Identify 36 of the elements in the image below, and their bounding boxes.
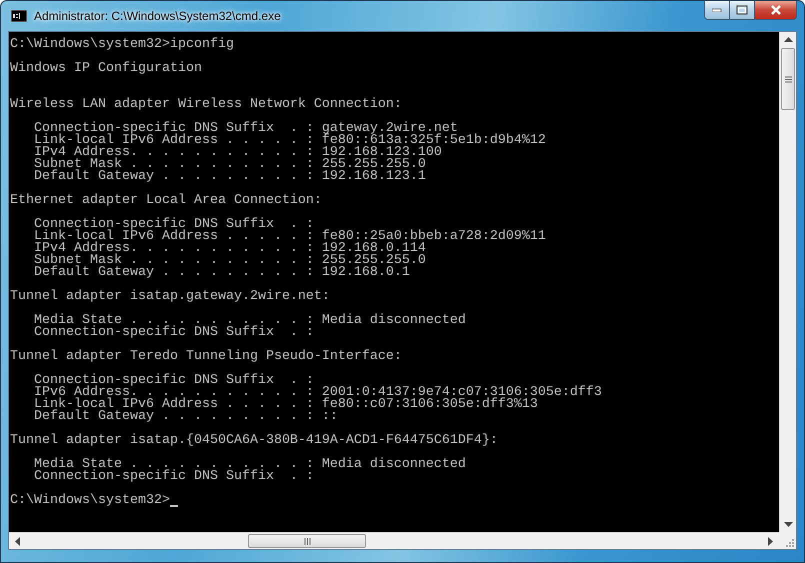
grip-icon [304, 538, 310, 544]
resize-grip-icon[interactable] [784, 537, 794, 547]
console-line: Default Gateway . . . . . . . . . : :: [32, 411, 339, 423]
vertical-scrollbar[interactable] [779, 32, 796, 532]
close-button[interactable] [754, 1, 797, 20]
console-line: Connection-specific DNS Suffix . : [32, 375, 315, 387]
window-title: Administrator: C:\Windows\System32\cmd.exe [34, 9, 281, 23]
console-line: Connection-specific DNS Suffix . : [32, 471, 315, 483]
text-cursor [170, 505, 178, 507]
scroll-down-icon[interactable] [784, 522, 792, 527]
console-line: C:\Windows\system32>ipconfig [10, 39, 235, 51]
console-line: Default Gateway . . . . . . . . . : 192.168.0.1 [32, 267, 411, 279]
maximize-button[interactable] [729, 1, 755, 20]
console-line: Default Gateway . . . . . . . . . : 192.168.123.1 [32, 171, 427, 183]
console-line: Windows IP Configuration [10, 63, 203, 75]
scroll-thumb[interactable] [248, 534, 366, 548]
console-line: Connection-specific DNS Suffix . : [32, 327, 315, 339]
console-line: Connection-specific DNS Suffix . : gateway.2wire.net [32, 123, 458, 135]
minimize-button[interactable] [704, 1, 730, 20]
grip-icon [784, 76, 792, 82]
console-line: Connection-specific DNS Suffix . : [32, 219, 315, 231]
console-line: Tunnel adapter isatap.{0450CA6A-380B-419A-ACD1-F64475C61DF4}: [10, 435, 499, 447]
command-prompt: C:\Windows\system32> [10, 495, 170, 507]
console-line: Tunnel adapter Teredo Tunneling Pseudo-Interface: [10, 351, 403, 363]
console-line: Tunnel adapter isatap.gateway.2wire.net: [10, 291, 331, 303]
close-icon [770, 5, 782, 15]
scroll-thumb[interactable] [781, 48, 795, 110]
console-line: Wireless LAN adapter Wireless Network Connection: [10, 99, 403, 111]
horizontal-scrollbar[interactable] [9, 532, 779, 549]
console-icon [11, 10, 27, 22]
scroll-left-icon[interactable] [15, 536, 20, 546]
console-line: Ethernet adapter Local Area Connection: [10, 195, 323, 207]
maximize-icon [736, 5, 748, 15]
scroll-right-icon[interactable] [768, 536, 773, 546]
minimize-icon [712, 8, 722, 12]
scroll-up-icon[interactable] [784, 37, 792, 42]
